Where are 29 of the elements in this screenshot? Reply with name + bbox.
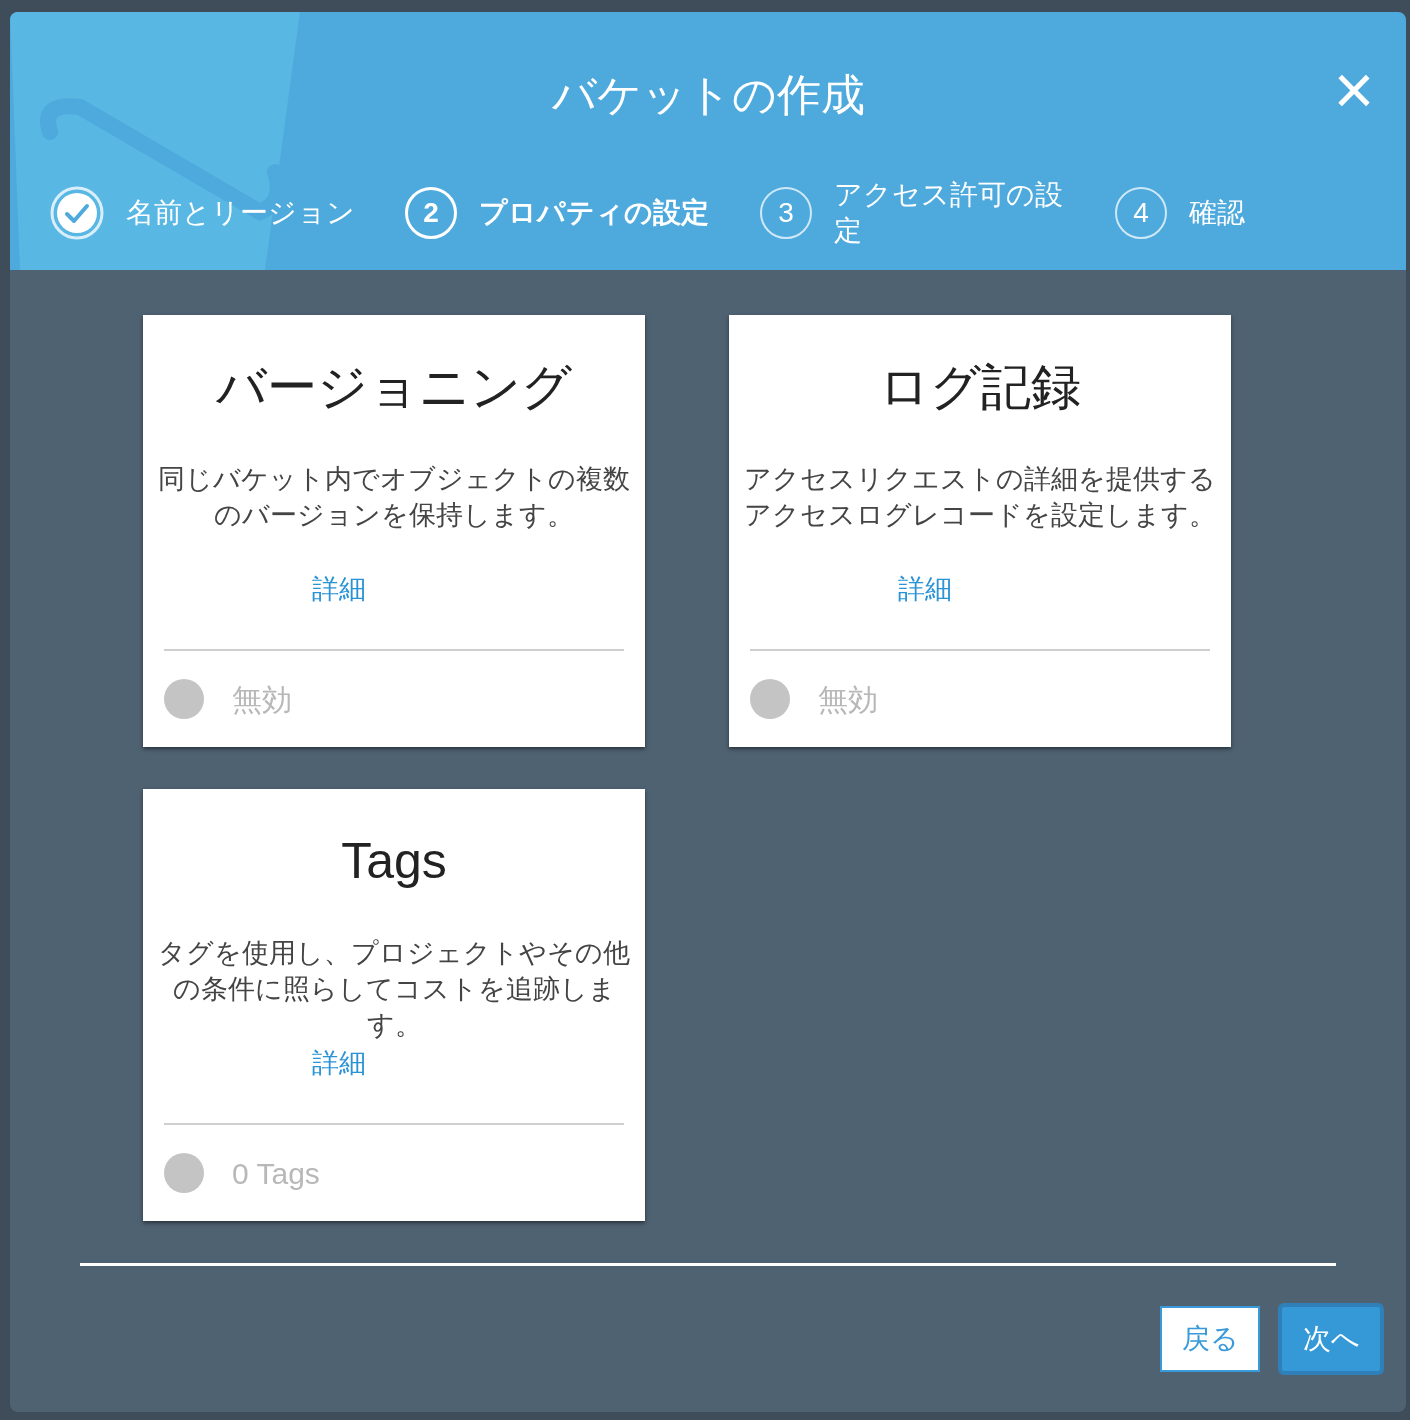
- dialog-title: バケットの作成: [551, 69, 865, 121]
- card-description: 同じバケット内でオブジェクトの複数のバージョンを保持します。: [157, 463, 631, 532]
- toggle-switch[interactable]: [164, 1153, 204, 1193]
- card-title: バージョニング: [216, 358, 572, 417]
- toggle-status: 0 Tags: [232, 1155, 320, 1192]
- back-button[interactable]: 戻る: [1160, 1306, 1260, 1372]
- card-description: アクセスリクエストの詳細を提供するアクセスログレコードを設定します。: [743, 463, 1217, 532]
- step-label[interactable]: 名前とリージョン: [126, 195, 355, 231]
- card-title: ログ記録: [879, 358, 1081, 417]
- toggle-switch[interactable]: [750, 679, 790, 719]
- step-label[interactable]: プロパティの設定: [479, 195, 709, 231]
- toggle-switch[interactable]: [164, 679, 204, 719]
- card-description: タグを使用し、プロジェクトやその他の条件に照らしてコストを追跡します。: [157, 937, 631, 1042]
- step-number: 2: [405, 187, 457, 239]
- next-button[interactable]: 次へ: [1278, 1303, 1384, 1375]
- feature-card[interactable]: バージョニング 同じバケット内でオブジェクトの複数のバージョンを保持します。 詳細 無効: [143, 315, 645, 747]
- details-link[interactable]: 詳細: [312, 1043, 366, 1084]
- step-number: 3: [760, 187, 812, 239]
- close-button[interactable]: ×: [1324, 60, 1384, 120]
- feature-card[interactable]: ログ記録 アクセスリクエストの詳細を提供するアクセスログレコードを設定します。 詳細 無効: [729, 315, 1231, 747]
- details-link[interactable]: 詳細: [898, 569, 952, 610]
- step-number: 4: [1115, 187, 1167, 239]
- toggle-status: 無効: [232, 681, 292, 718]
- details-link[interactable]: 詳細: [312, 569, 366, 610]
- feature-card[interactable]: Tags タグを使用し、プロジェクトやその他の条件に照らしてコストを追跡します。 詳細 0 Tags: [143, 789, 645, 1221]
- card-title: Tags: [341, 832, 447, 891]
- step-label[interactable]: 確認: [1189, 195, 1245, 231]
- toggle-status: 無効: [818, 681, 878, 718]
- step-label[interactable]: アクセス許可の設定: [834, 177, 1069, 249]
